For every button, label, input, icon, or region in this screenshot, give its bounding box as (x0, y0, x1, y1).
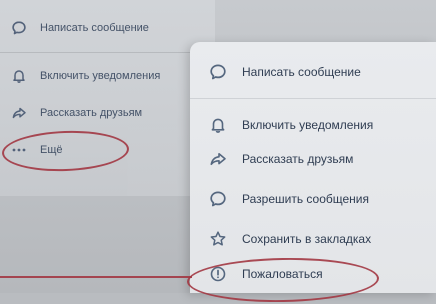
left-menu-item-label: Рассказать друзьям (40, 107, 143, 119)
left-menu-item-write-message[interactable]: Написать сообщение (10, 19, 149, 37)
bell-icon (10, 67, 28, 85)
left-menu-item-label: Включить уведомления (40, 70, 161, 82)
share-icon (208, 149, 228, 169)
menu-item-write-message[interactable]: Написать сообщение (208, 62, 361, 82)
left-menu-item-share[interactable]: Рассказать друзьям (10, 104, 142, 122)
message-icon (208, 62, 228, 82)
divider (0, 52, 190, 53)
menu-item-share[interactable]: Рассказать друзьям (208, 149, 353, 169)
menu-item-enable-notifications[interactable]: Включить уведомления (208, 115, 373, 135)
left-menu-item-label: Написать сообщение (40, 22, 149, 34)
bell-icon (208, 115, 228, 135)
menu-item-label: Включить уведомления (242, 118, 374, 132)
divider (190, 98, 436, 99)
message-icon (10, 19, 28, 37)
annotation-line (0, 276, 192, 278)
menu-item-save-bookmark[interactable]: Сохранить в закладках (208, 229, 371, 249)
menu-item-label: Сохранить в закладках (242, 232, 372, 246)
menu-item-label: Разрешить сообщения (242, 192, 370, 206)
menu-item-label: Написать сообщение (242, 65, 361, 79)
star-icon (208, 229, 228, 249)
dropdown-menu: Написать сообщение Включить уведомления … (190, 42, 436, 293)
left-menu-item-enable-notifications[interactable]: Включить уведомления (10, 67, 160, 85)
share-icon (10, 104, 28, 122)
menu-item-label: Рассказать друзьям (242, 152, 354, 166)
message-icon (208, 189, 228, 209)
menu-item-allow-messages[interactable]: Разрешить сообщения (208, 189, 369, 209)
